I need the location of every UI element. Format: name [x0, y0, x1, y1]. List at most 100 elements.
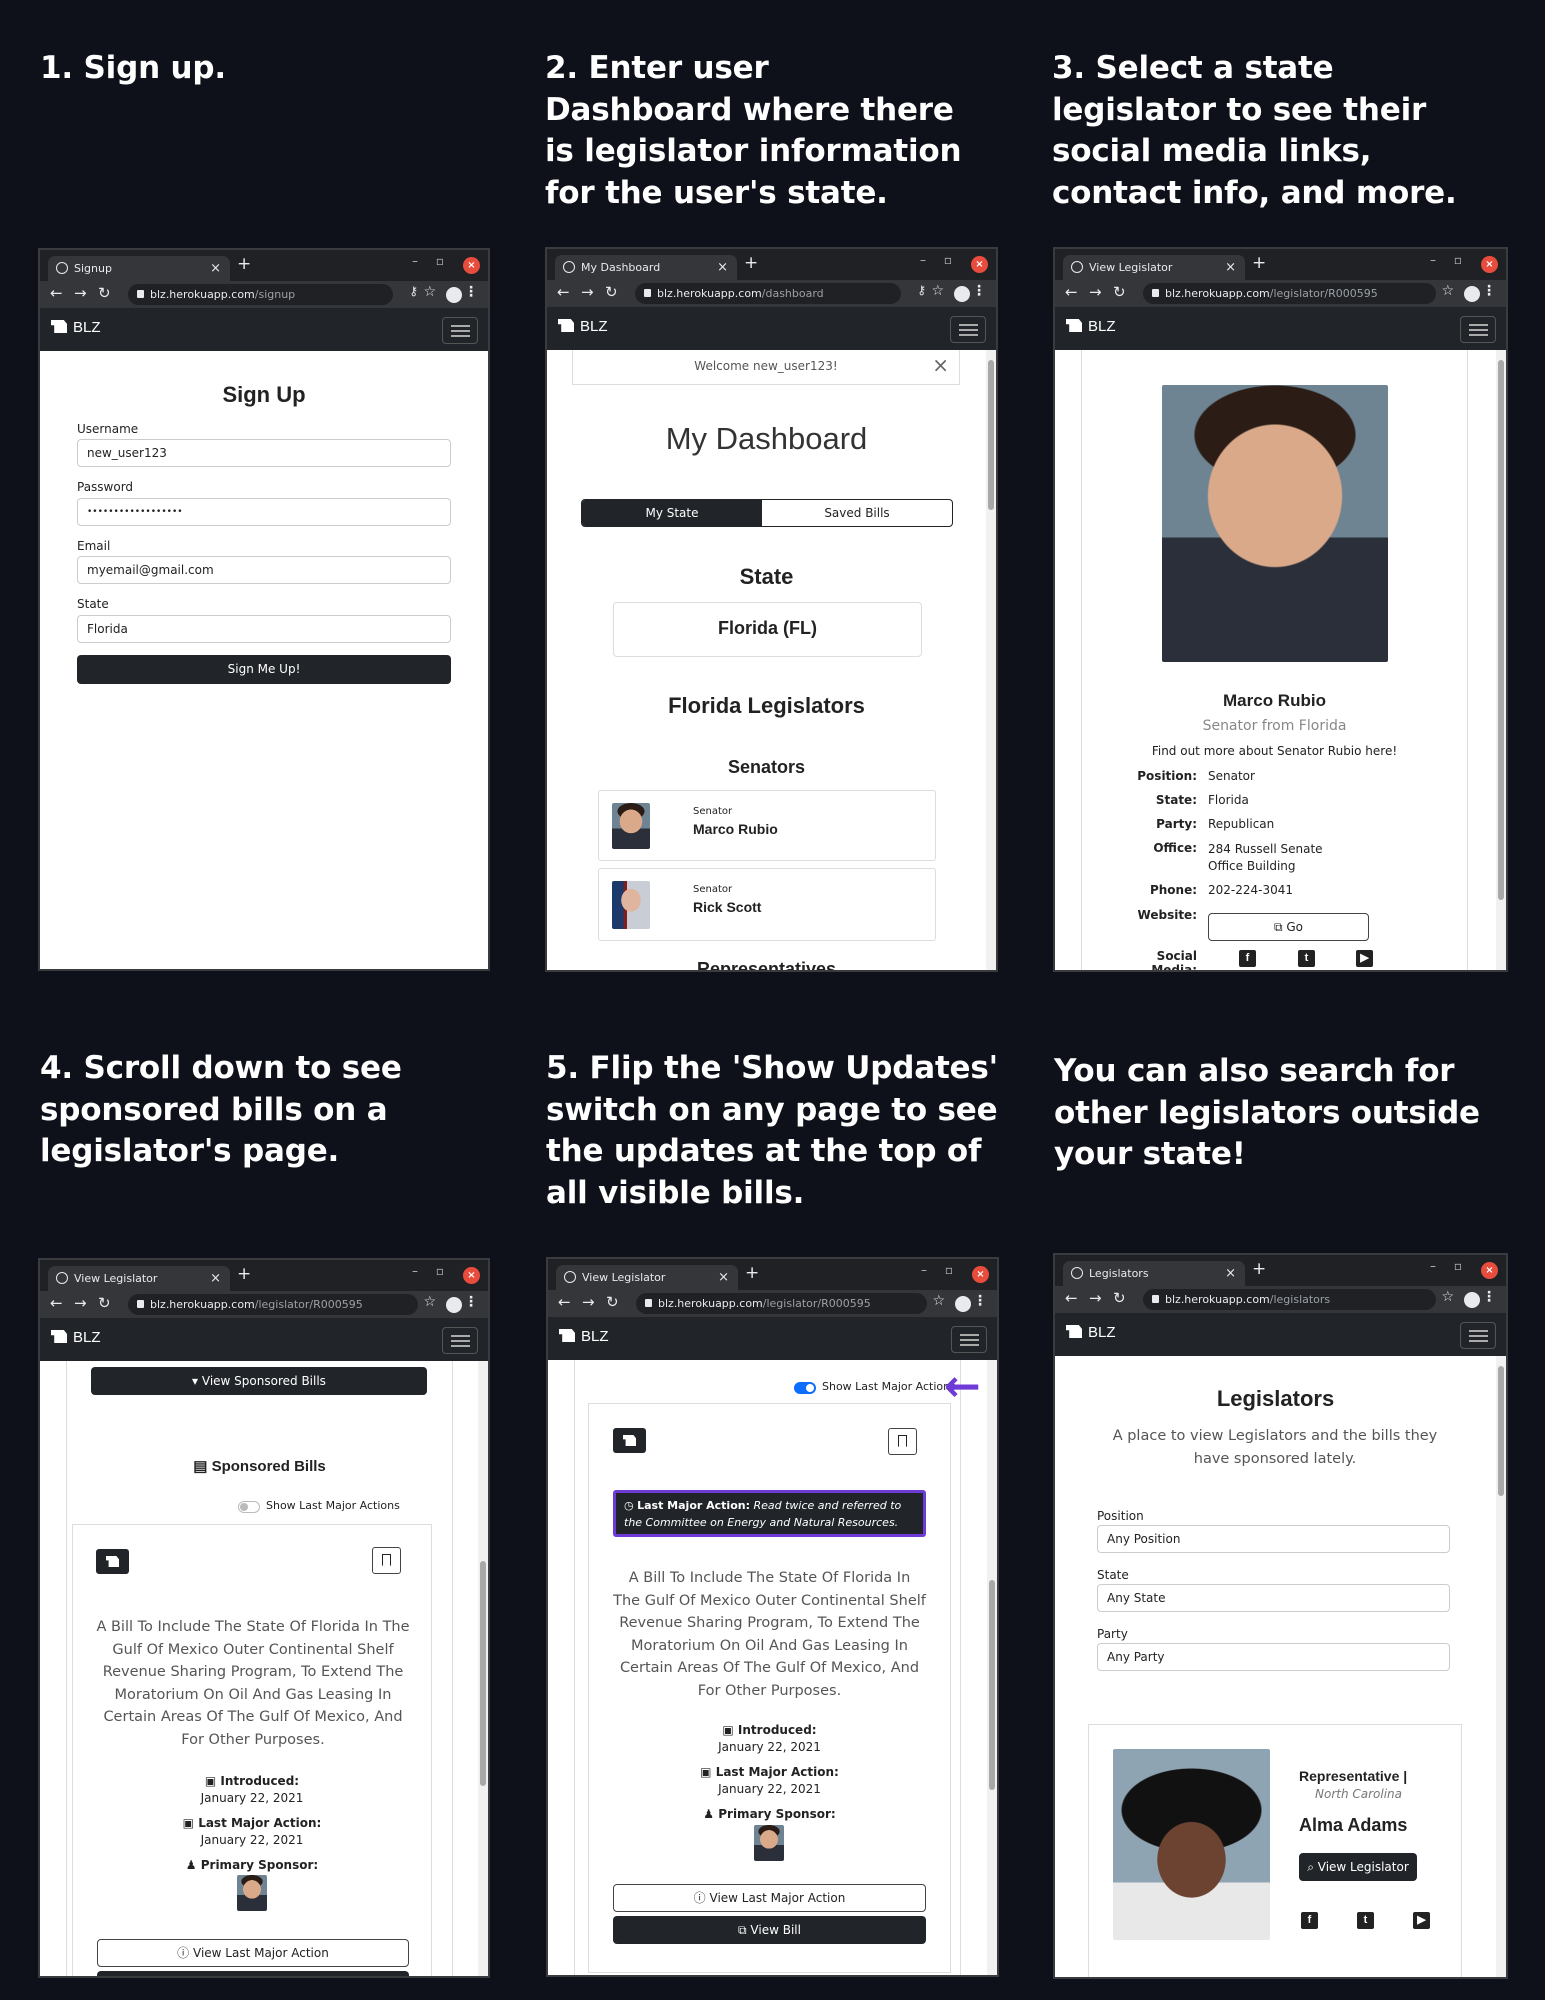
tab-close-icon[interactable]: ×	[210, 256, 221, 281]
url-field[interactable]: blz.herokuapp.com/legislators	[1143, 1289, 1436, 1310]
sign-me-up-button[interactable]: Sign Me Up!	[77, 655, 451, 684]
maximize-icon[interactable]: ▫	[1454, 1259, 1462, 1273]
view-sponsored-bills-button[interactable]: ▾ View Sponsored Bills	[91, 1367, 427, 1395]
sponsor-photo[interactable]	[754, 1825, 784, 1861]
view-last-major-action-button[interactable]: ⓘ View Last Major Action	[97, 1939, 409, 1967]
back-icon[interactable]: ←	[50, 284, 63, 302]
bookmark-icon[interactable]	[888, 1428, 917, 1455]
close-icon[interactable]: ×	[932, 353, 949, 377]
browser-tab[interactable]: My Dashboard ×	[555, 255, 737, 280]
menu-dots-icon[interactable]: ⋮	[973, 1293, 987, 1309]
new-tab-icon[interactable]: +	[237, 1264, 251, 1284]
back-icon[interactable]: ←	[1065, 283, 1078, 301]
new-tab-icon[interactable]: +	[1252, 1259, 1266, 1279]
scrollbar[interactable]	[1496, 350, 1506, 970]
minimize-icon[interactable]: –	[920, 253, 926, 267]
back-icon[interactable]: ←	[50, 1294, 63, 1312]
star-icon[interactable]: ☆	[1441, 1289, 1454, 1305]
maximize-icon[interactable]: ▫	[1454, 253, 1462, 267]
state-select[interactable]: Any State	[1097, 1584, 1450, 1612]
star-icon[interactable]: ☆	[423, 284, 436, 300]
view-bill-button[interactable]	[97, 1971, 409, 1976]
view-last-major-action-button[interactable]: ⓘ View Last Major Action	[613, 1884, 926, 1912]
party-select[interactable]: Any Party	[1097, 1643, 1450, 1671]
maximize-icon[interactable]: ▫	[945, 1263, 953, 1277]
bookmark-icon[interactable]	[372, 1547, 401, 1574]
url-field[interactable]: blz.herokuapp.com/dashboard	[635, 283, 901, 304]
profile-icon[interactable]	[1464, 1292, 1480, 1308]
show-updates-toggle[interactable]	[794, 1382, 816, 1394]
tab-close-icon[interactable]: ×	[1225, 1261, 1236, 1286]
new-tab-icon[interactable]: +	[1252, 253, 1266, 273]
profile-icon[interactable]	[955, 1296, 971, 1312]
scrollbar[interactable]	[478, 1361, 488, 1976]
position-select[interactable]: Any Position	[1097, 1525, 1450, 1553]
username-input[interactable]: new_user123	[77, 439, 451, 467]
brand-logo[interactable]: BLZ	[51, 1329, 101, 1346]
window-close-icon[interactable]: ×	[463, 1267, 480, 1284]
star-icon[interactable]: ☆	[423, 1294, 436, 1310]
url-field[interactable]: blz.herokuapp.com/legislator/R000595	[636, 1293, 927, 1314]
back-icon[interactable]: ←	[558, 1293, 571, 1311]
star-icon[interactable]: ☆	[932, 1293, 945, 1309]
new-tab-icon[interactable]: +	[237, 254, 251, 274]
forward-icon[interactable]: →	[1089, 283, 1102, 301]
scrollbar[interactable]	[1496, 1356, 1506, 1977]
minimize-icon[interactable]: –	[412, 254, 418, 268]
back-icon[interactable]: ←	[557, 283, 570, 301]
find-out-more-link[interactable]: Find out more about Senator Rubio here!	[1082, 744, 1467, 758]
senator-card[interactable]: Senator Marco Rubio	[598, 790, 936, 861]
minimize-icon[interactable]: –	[1430, 253, 1436, 267]
maximize-icon[interactable]: ▫	[944, 253, 952, 267]
show-updates-toggle[interactable]	[238, 1501, 260, 1513]
reload-icon[interactable]: ↻	[98, 284, 111, 302]
hamburger-menu-icon[interactable]	[1460, 1322, 1496, 1349]
youtube-icon[interactable]: ▶	[1356, 950, 1373, 967]
minimize-icon[interactable]: –	[1430, 1259, 1436, 1273]
minimize-icon[interactable]: –	[921, 1263, 927, 1277]
star-icon[interactable]: ☆	[1441, 283, 1454, 299]
website-go-button[interactable]: ⧉ Go	[1208, 913, 1369, 941]
reload-icon[interactable]: ↻	[606, 1293, 619, 1311]
maximize-icon[interactable]: ▫	[436, 1264, 444, 1278]
reload-icon[interactable]: ↻	[605, 283, 618, 301]
browser-tab[interactable]: View Legislator ×	[556, 1265, 738, 1290]
profile-icon[interactable]	[446, 1297, 462, 1313]
reload-icon[interactable]: ↻	[98, 1294, 111, 1312]
tab-my-state[interactable]: My State	[582, 500, 762, 526]
hamburger-menu-icon[interactable]	[442, 1327, 478, 1354]
browser-tab[interactable]: View Legislator ×	[1063, 255, 1245, 280]
window-close-icon[interactable]: ×	[972, 1266, 989, 1283]
senator-card[interactable]: Senator Rick Scott	[598, 868, 936, 941]
brand-logo[interactable]: BLZ	[558, 318, 608, 335]
new-tab-icon[interactable]: +	[745, 1263, 759, 1283]
forward-icon[interactable]: →	[581, 283, 594, 301]
sponsor-photo[interactable]	[237, 1875, 267, 1911]
reload-icon[interactable]: ↻	[1113, 283, 1126, 301]
url-field[interactable]: blz.herokuapp.com/legislator/R000595	[1143, 283, 1436, 304]
menu-dots-icon[interactable]: ⋮	[1482, 283, 1496, 299]
hamburger-menu-icon[interactable]	[951, 1326, 987, 1353]
url-field[interactable]: blz.herokuapp.com/signup	[128, 284, 393, 305]
hamburger-menu-icon[interactable]	[442, 317, 478, 344]
forward-icon[interactable]: →	[74, 1294, 87, 1312]
profile-icon[interactable]	[1464, 286, 1480, 302]
minimize-icon[interactable]: –	[412, 1264, 418, 1278]
tab-close-icon[interactable]: ×	[1225, 255, 1236, 280]
view-legislator-button[interactable]: ⌕ View Legislator	[1299, 1853, 1417, 1881]
twitter-icon[interactable]: t	[1298, 950, 1315, 967]
twitter-icon[interactable]: t	[1357, 1912, 1374, 1929]
password-input[interactable]: ••••••••••••••••••	[77, 498, 451, 526]
profile-icon[interactable]	[954, 286, 970, 302]
tab-close-icon[interactable]: ×	[718, 1265, 729, 1290]
url-field[interactable]: blz.herokuapp.com/legislator/R000595	[128, 1294, 418, 1315]
view-bill-button[interactable]: ⧉ View Bill	[613, 1916, 926, 1944]
star-icon[interactable]: ☆	[931, 283, 944, 299]
menu-dots-icon[interactable]: ⋮	[972, 283, 986, 299]
brand-logo[interactable]: BLZ	[1066, 1324, 1116, 1341]
email-input[interactable]: myemail@gmail.com	[77, 556, 451, 584]
forward-icon[interactable]: →	[74, 284, 87, 302]
brand-logo[interactable]: BLZ	[51, 319, 101, 336]
window-close-icon[interactable]: ×	[1481, 1262, 1498, 1279]
new-tab-icon[interactable]: +	[744, 253, 758, 273]
